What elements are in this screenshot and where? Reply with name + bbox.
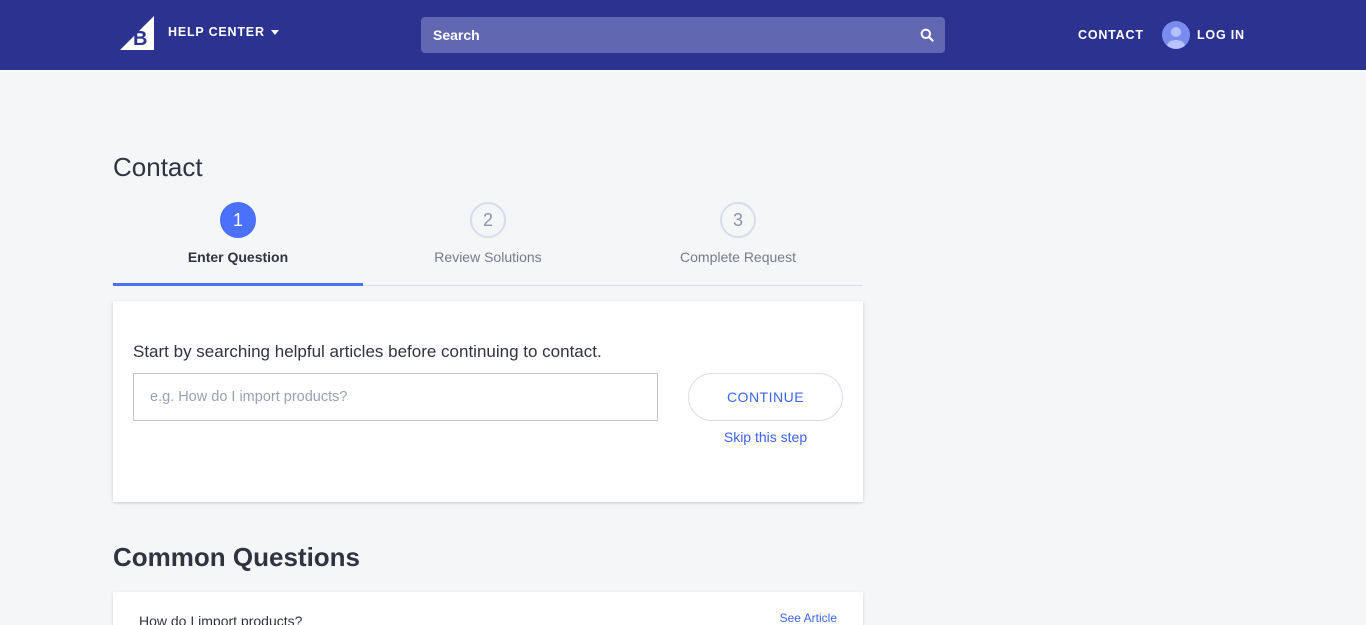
skip-step-link[interactable]: Skip this step xyxy=(688,429,843,445)
question-input[interactable] xyxy=(133,373,658,421)
faq-question: How do I import products? xyxy=(139,613,303,625)
step-label: Enter Question xyxy=(187,249,289,265)
login-label: LOG IN xyxy=(1197,28,1245,42)
nav-contact-link[interactable]: CONTACT xyxy=(1078,28,1144,42)
user-avatar-icon xyxy=(1162,21,1190,49)
header-search xyxy=(421,17,945,53)
active-step-indicator xyxy=(113,283,363,286)
help-center-label: HELP CENTER xyxy=(168,25,265,39)
bigcommerce-logo-icon[interactable]: B xyxy=(120,16,154,50)
step-review-solutions[interactable]: 2 Review Solutions xyxy=(363,202,613,286)
login-button[interactable]: LOG IN xyxy=(1162,21,1245,49)
see-article-link[interactable]: See Article xyxy=(780,611,837,625)
caret-down-icon xyxy=(270,29,279,35)
step-enter-question[interactable]: 1 Enter Question xyxy=(113,202,363,286)
step-label: Review Solutions xyxy=(434,249,542,265)
question-card-intro: Start by searching helpful articles befo… xyxy=(133,342,602,361)
help-center-menu[interactable]: HELP CENTER xyxy=(168,25,279,39)
page-title: Contact xyxy=(113,152,203,182)
step-number: 3 xyxy=(720,202,756,238)
step-complete-request[interactable]: 3 Complete Request xyxy=(613,202,863,286)
faq-list-item[interactable]: How do I import products? See Article xyxy=(113,592,863,625)
search-icon[interactable] xyxy=(920,28,934,42)
top-navigation-bar: B HELP CENTER CONTACT LOG IN xyxy=(0,0,1366,70)
svg-text:B: B xyxy=(133,28,147,50)
question-card: Start by searching helpful articles befo… xyxy=(113,301,863,502)
continue-button[interactable]: CONTINUE xyxy=(688,373,843,421)
step-number: 2 xyxy=(470,202,506,238)
common-questions-title: Common Questions xyxy=(113,542,361,572)
step-label: Complete Request xyxy=(680,249,796,265)
header-search-input[interactable] xyxy=(421,17,945,53)
step-number: 1 xyxy=(220,202,256,238)
